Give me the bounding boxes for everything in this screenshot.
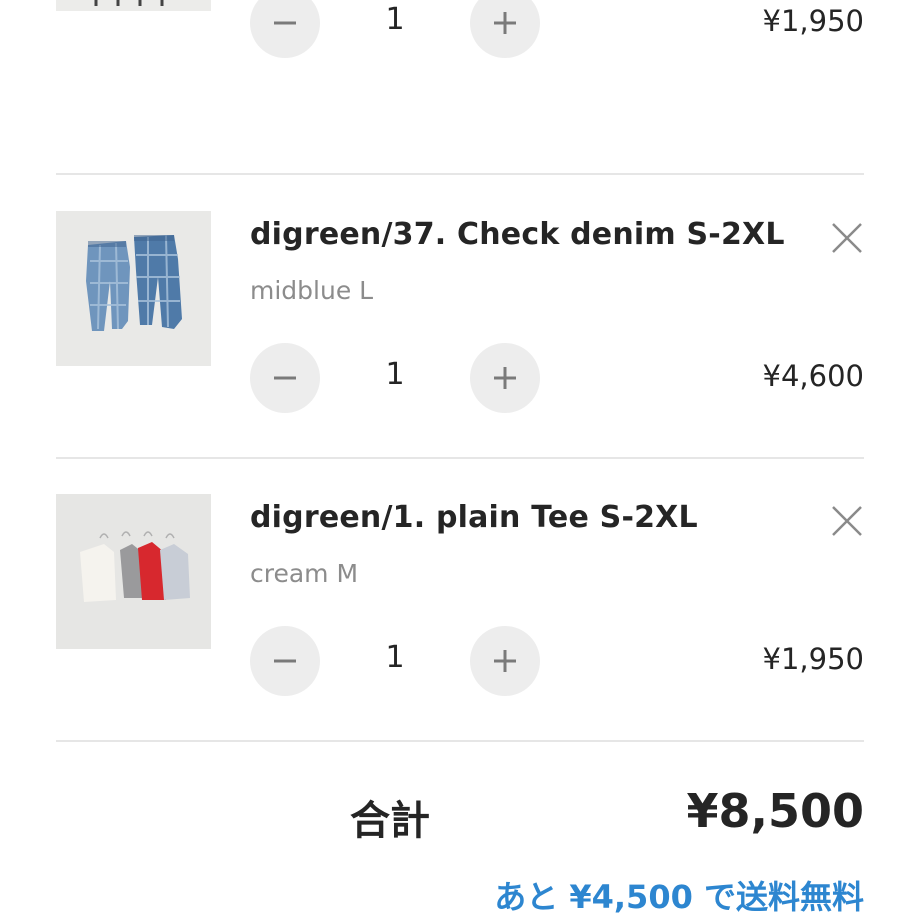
total-label: 合計: [350, 798, 430, 844]
cart-item: digreen/37. Check denim S-2XL midblue L …: [56, 175, 864, 458]
item-title[interactable]: digreen/37. Check denim S-2XL: [250, 217, 785, 252]
close-icon: [832, 223, 862, 253]
remove-item-button[interactable]: [830, 504, 864, 538]
item-title[interactable]: digreen/1. plain Tee S-2XL: [250, 500, 698, 535]
decrease-quantity-button[interactable]: [250, 0, 320, 58]
cart-item: digreen/1. plain Tee S-2XL cream M 1 ¥1,…: [56, 458, 864, 741]
item-price: ¥1,950: [762, 4, 864, 38]
quantity-value: 1: [385, 640, 405, 675]
product-thumbnail[interactable]: [56, 494, 211, 649]
minus-icon: [274, 376, 296, 380]
increase-quantity-button[interactable]: [470, 343, 540, 413]
cart-item: khaki FREE 1 ¥1,950: [56, 0, 864, 103]
free-shipping-note: あと ¥4,500 で送料無料: [494, 878, 864, 916]
plus-icon: [494, 367, 516, 389]
product-thumbnail[interactable]: [56, 0, 211, 11]
item-variant: midblue L: [250, 276, 374, 305]
close-icon: [832, 506, 862, 536]
plus-icon: [494, 650, 516, 672]
total-value: ¥8,500: [686, 784, 864, 838]
product-thumbnail[interactable]: [56, 211, 211, 366]
cart-page: khaki FREE 1 ¥1,950: [0, 0, 920, 920]
remove-item-button[interactable]: [830, 221, 864, 255]
item-variant: cream M: [250, 559, 359, 588]
minus-icon: [274, 659, 296, 663]
plus-icon: [494, 12, 516, 34]
item-price: ¥4,600: [762, 359, 864, 393]
item-price: ¥1,950: [762, 642, 864, 676]
minus-icon: [274, 21, 296, 25]
quantity-value: 1: [385, 357, 405, 392]
decrease-quantity-button[interactable]: [250, 626, 320, 696]
decrease-quantity-button[interactable]: [250, 343, 320, 413]
divider: [56, 740, 864, 742]
increase-quantity-button[interactable]: [470, 626, 540, 696]
increase-quantity-button[interactable]: [470, 0, 540, 58]
quantity-value: 1: [385, 2, 405, 37]
